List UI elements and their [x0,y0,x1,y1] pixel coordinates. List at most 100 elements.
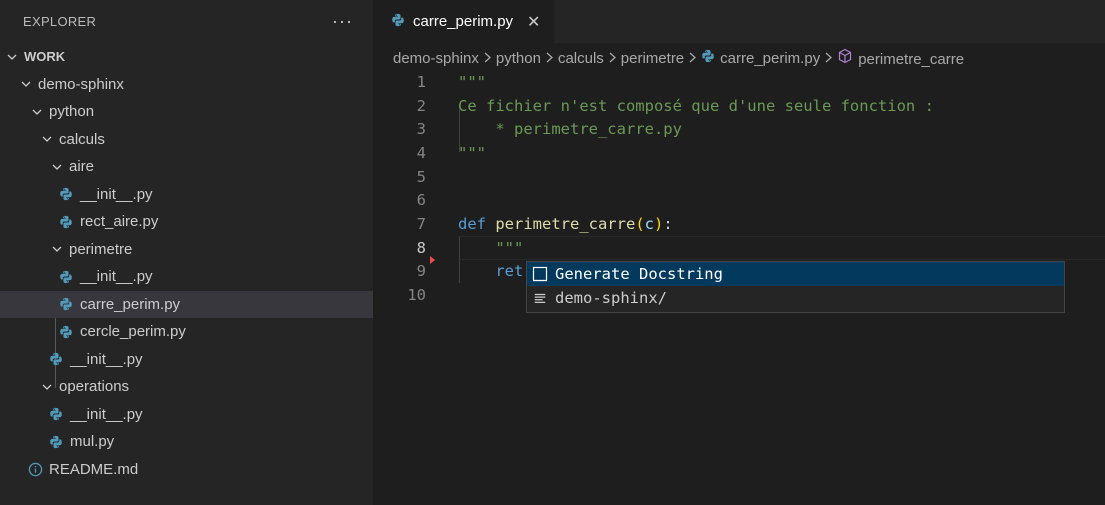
tree-file[interactable]: __init__.py [0,181,373,209]
method-icon [837,48,853,64]
tree-folder[interactable]: WORK [0,43,373,71]
suggest-item[interactable]: demo-sphinx/ [527,286,1064,310]
tree-folder[interactable]: demo-sphinx [0,71,373,99]
line-number: 2 [416,96,426,115]
more-actions-icon[interactable]: ··· [332,11,353,32]
close-icon[interactable]: ✕ [527,12,540,32]
line-number: 5 [416,167,426,186]
python-file-icon [58,324,74,340]
tab-label: carre_perim.py [413,13,514,30]
line-number: 1 [416,72,426,91]
explorer-header: EXPLORER ··· [0,0,373,43]
tree-file[interactable]: __init__.py [0,346,373,374]
python-file-icon [391,13,405,31]
suggest-item-label: Generate Docstring [555,265,723,283]
tree-item-label: mul.py [70,433,115,451]
tree-item-label: calculs [59,130,105,148]
python-file-icon [58,269,74,285]
tree-file[interactable]: mul.py [0,428,373,456]
suggest-item[interactable]: Generate Docstring [527,262,1064,286]
code-line[interactable]: 7 def perimetre_carre(c): [373,212,1105,236]
code-line[interactable]: 4 """ [373,141,1105,165]
tree-file[interactable]: __init__.py [0,263,373,291]
chevron-right-icon [688,51,697,66]
tree-item-label: perimetre [69,240,133,258]
line-source: ret [495,262,524,281]
tree-file[interactable]: rect_aire.py [0,208,373,236]
line-source: * perimetre_carre.py [458,120,682,139]
python-file-icon [58,296,74,312]
suggest-item-label: demo-sphinx/ [555,289,667,307]
code-line[interactable]: 8 """ [373,236,1105,260]
line-source: def perimetre_carre(c): [458,214,673,233]
code-line[interactable]: 5 [373,165,1105,189]
tree-item-label: README.md [49,460,139,478]
chevron-right-icon [824,51,833,66]
tree-item-label: carre_perim.py [80,295,181,313]
code-line[interactable]: 2 Ce fichier n'est composé que d'une seul… [373,94,1105,118]
python-file-icon [48,406,64,422]
tree-item-label: __init__.py [70,350,143,368]
line-number: 7 [416,214,426,233]
text-icon [531,289,549,307]
chevron-down-icon[interactable] [29,104,45,120]
tree-item-label: cercle_perim.py [80,323,186,341]
tree-file[interactable]: README.md [0,456,373,484]
line-number: 3 [416,120,426,139]
chevron-right-icon [608,51,617,66]
tab-carre-perim[interactable]: carre_perim.py ✕ [373,0,555,43]
chevron-down-icon[interactable] [49,241,65,257]
chevron-down-icon[interactable] [39,379,55,395]
file-tree: WORK demo-sphinx python calculs aire __init__… [0,43,373,483]
chevron-down-icon[interactable] [18,76,34,92]
breadcrumb: demo-sphinx python calculs perimetre carre_p… [373,43,1105,73]
chevron-down-icon[interactable] [39,131,55,147]
info-icon [27,461,43,477]
line-source: """ [458,72,486,91]
python-file-icon [48,434,64,450]
tree-item-label: rect_aire.py [80,213,159,231]
editor-area: carre_perim.py ✕ demo-sphinx python calcul… [373,0,1105,505]
tree-folder[interactable]: perimetre [0,236,373,264]
tree-folder[interactable]: python [0,98,373,126]
line-source: """ [495,238,524,257]
code-line[interactable]: 1 """ [373,70,1105,94]
tree-folder[interactable]: calculs [0,126,373,154]
chevron-right-icon [483,51,492,66]
breadcrumb-symbol[interactable]: perimetre_carre [837,48,964,68]
line-source: Ce fichier n'est composé que d'une seule… [458,96,934,115]
line-number: 8 [416,238,426,257]
breadcrumb-item[interactable]: perimetre [621,50,684,67]
python-file-icon [58,214,74,230]
explorer-sidebar: EXPLORER ··· WORK demo-sphinx python calcul… [0,0,373,505]
code-line[interactable]: 6 [373,188,1105,212]
snippet-icon [531,265,549,283]
suggest-widget: Generate Docstring demo-sphinx/ [526,261,1065,313]
tree-file[interactable]: carre_perim.py [0,290,373,318]
line-number: 6 [416,191,426,210]
chevron-down-icon[interactable] [4,49,20,65]
code-line[interactable]: 3 * perimetre_carre.py [373,117,1105,141]
line-number: 10 [407,286,426,305]
breadcrumb-item[interactable]: demo-sphinx [393,50,479,67]
tab-bar: carre_perim.py ✕ [373,0,1105,43]
breadcrumb-item[interactable]: python [496,50,541,67]
breadcrumb-file[interactable]: carre_perim.py [701,49,820,67]
tree-item-label: __init__.py [70,405,143,423]
chevron-down-icon[interactable] [49,159,65,175]
line-number: 4 [416,143,426,162]
tree-folder[interactable]: operations [0,373,373,401]
python-file-icon [48,351,64,367]
breadcrumb-item[interactable]: calculs [558,50,604,67]
python-file-icon [58,186,74,202]
tree-item-label: python [49,103,95,121]
line-number: 9 [416,262,426,281]
tree-item-label: __init__.py [80,268,153,286]
tree-item-label: __init__.py [80,185,153,203]
tree-file[interactable]: cercle_perim.py [0,318,373,346]
tree-item-label: WORK [24,49,66,65]
tree-folder[interactable]: aire [0,153,373,181]
tree-item-label: operations [59,378,130,396]
python-file-icon [701,49,715,63]
tree-file[interactable]: __init__.py [0,401,373,429]
